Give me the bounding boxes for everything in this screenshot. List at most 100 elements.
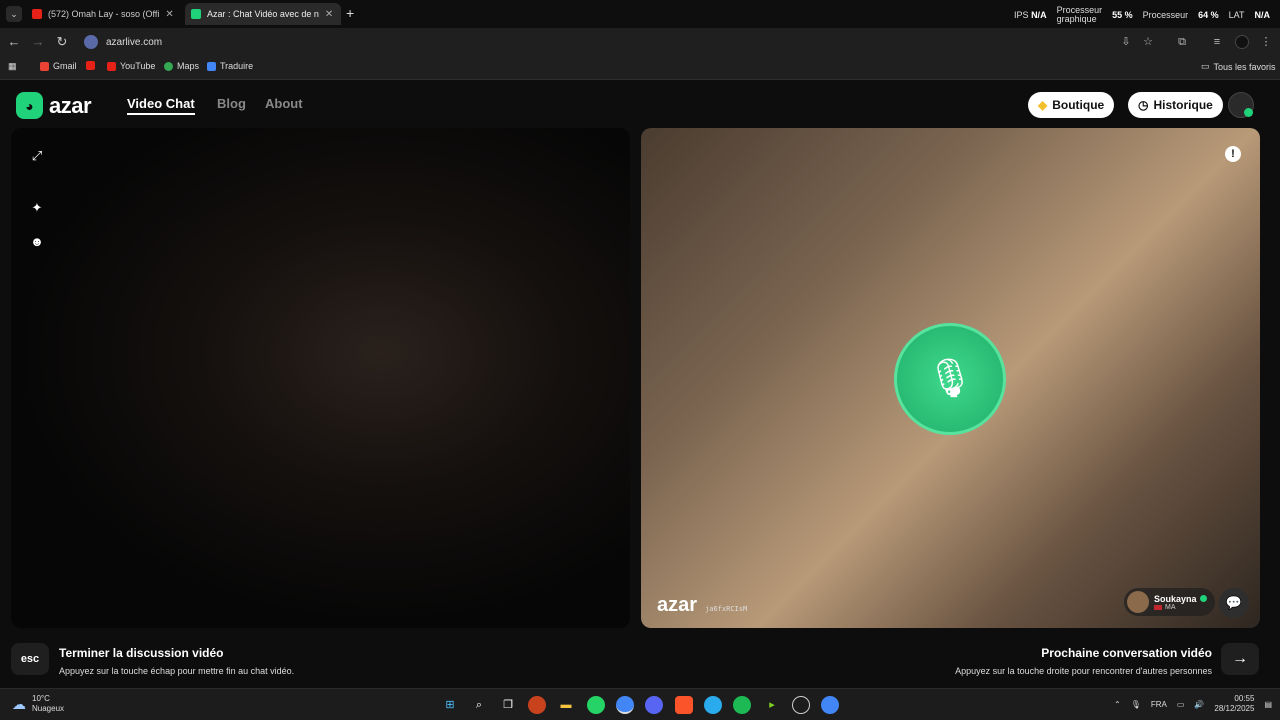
clock-time: 00:55 [1234, 694, 1255, 703]
azar-logo-text: azar [49, 92, 92, 118]
shop-label: Boutique [1052, 98, 1105, 112]
azar-logo-mark-icon: ◕ [16, 92, 43, 119]
discord-icon[interactable] [645, 696, 663, 714]
new-tab-button[interactable]: + [346, 5, 354, 21]
youtube-favicon-icon [32, 9, 42, 19]
tab-title: (572) Omah Lay - soso (Offi [48, 9, 160, 19]
bookmark-traduire[interactable]: Traduire [207, 61, 253, 71]
telegram-icon[interactable] [704, 696, 722, 714]
back-arrow-icon[interactable]: ← [6, 34, 22, 50]
app-icon-orange[interactable] [528, 696, 546, 714]
lat-label: LAT [1228, 10, 1245, 20]
azar-logo[interactable]: ◕ azar [16, 92, 92, 119]
app-icon-green[interactable]: ▸ [763, 696, 781, 714]
folder-icon: ▭ [1201, 61, 1210, 71]
nav-blog[interactable]: Blog [217, 96, 246, 111]
chat-bubble-icon[interactable]: 💬 [1219, 588, 1249, 618]
morocco-flag-icon [1154, 604, 1162, 610]
url-text: azarlive.com [106, 36, 163, 48]
app-icon-circle[interactable] [792, 696, 810, 714]
menu-kebab-icon[interactable]: ⋮ [1259, 35, 1273, 49]
microphone-button[interactable]: 🎙 [894, 323, 1006, 435]
brave-icon[interactable] [675, 696, 693, 714]
tab-youtube[interactable]: (572) Omah Lay - soso (Offi ✕ [26, 3, 182, 25]
swap-camera-icon[interactable]: ⤢ [29, 148, 45, 164]
bookmark-gmail[interactable]: Gmail [40, 61, 77, 71]
reload-icon[interactable]: ↻ [54, 34, 70, 50]
browser-tab-strip: ⌄ (572) Omah Lay - soso (Offi ✕ Azar : C… [0, 0, 1280, 28]
profile-avatar-icon[interactable] [1235, 35, 1249, 49]
bookmark-star-icon[interactable]: ☆ [1141, 35, 1155, 49]
history-label: Historique [1153, 98, 1213, 112]
cpu-value: 64 % [1198, 10, 1219, 20]
bookmark-label: Traduire [220, 61, 254, 71]
spotify-icon[interactable] [733, 696, 751, 714]
all-bookmarks[interactable]: ▭ Tous les favoris [1201, 61, 1276, 72]
address-bar[interactable]: azarlive.com [80, 31, 1275, 53]
microphone-tray-icon[interactable]: 🎙 [1131, 700, 1141, 709]
system-tray: ⌃ 🎙 FRA ▭ 🔊 00:55 28/12/2025 ▤ [1114, 694, 1272, 714]
media-control-icon[interactable]: ≡ [1210, 35, 1224, 49]
whatsapp-icon[interactable] [587, 696, 605, 714]
clock-date: 28/12/2025 [1214, 704, 1255, 713]
partner-info-chip[interactable]: Soukayna MA [1124, 588, 1215, 616]
azar-favicon-icon [191, 9, 201, 19]
extensions-icon[interactable]: ⧉ [1175, 35, 1189, 49]
weather-widget[interactable]: ☁ 10°C Nuageux [12, 694, 64, 714]
file-explorer-icon[interactable]: ▬ [557, 696, 575, 714]
network-icon[interactable]: ▭ [1177, 700, 1185, 709]
microphone-icon: 🎙 [925, 358, 975, 400]
bookmark-youtube-short[interactable] [86, 61, 99, 70]
youtube-icon [86, 61, 95, 70]
clock[interactable]: 00:55 28/12/2025 [1214, 694, 1254, 714]
close-tab-icon[interactable]: ✕ [325, 9, 333, 20]
shop-button[interactable]: ◆ Boutique [1028, 92, 1115, 118]
gpu-label-line2: graphique [1056, 14, 1097, 24]
partner-avatar [1127, 591, 1149, 613]
partner-video-panel: ! 🎙 azar ja6fxRCIsM Soukayna MA 💬 [641, 128, 1260, 628]
nav-about[interactable]: About [265, 96, 303, 111]
site-info-icon[interactable] [84, 35, 98, 49]
notification-icon[interactable]: ▤ [1264, 700, 1272, 709]
search-icon[interactable]: ⌕ [470, 696, 488, 714]
face-filter-icon[interactable]: ☻ [29, 234, 45, 250]
forward-arrow-icon[interactable]: → [30, 34, 46, 50]
bookmark-youtube[interactable]: YouTube [107, 61, 155, 71]
effects-sparkle-icon[interactable]: ✦ [29, 200, 45, 216]
history-button[interactable]: ◷ Historique [1128, 92, 1223, 118]
bookmark-label: YouTube [120, 61, 156, 71]
chrome-icon[interactable] [616, 696, 634, 714]
end-call-subtitle: Appuyez sur la touche échap pour mettre … [59, 666, 295, 676]
partner-country: MA [1165, 603, 1176, 611]
verified-badge-icon [1199, 595, 1207, 602]
next-arrow-button[interactable]: → [1221, 643, 1259, 675]
browser-toolbar: ← → ↻ azarlive.com ⇩ ☆ ⧉ ≡ ⋮ [0, 28, 1280, 56]
volume-icon[interactable]: 🔊 [1194, 700, 1204, 709]
next-chat-subtitle: Appuyez sur la touche droite pour rencon… [955, 666, 1212, 676]
azar-page: ◕ azar Video Chat Blog About ◆ Boutique … [0, 80, 1280, 688]
task-view-icon[interactable]: ❐ [499, 696, 517, 714]
ips-label: IPS [1014, 10, 1029, 20]
language-indicator[interactable]: FRA [1151, 700, 1167, 709]
windows-start-icon[interactable]: ⊞ [441, 696, 459, 714]
youtube-icon [107, 61, 116, 71]
tab-search-icon[interactable]: ⌄ [6, 6, 22, 22]
session-id: ja6fxRCIsM [705, 605, 748, 613]
close-tab-icon[interactable]: ✕ [165, 9, 173, 20]
bookmark-maps[interactable]: Maps [164, 61, 199, 71]
gmail-icon [40, 61, 49, 71]
esc-key-button[interactable]: esc [11, 643, 49, 675]
all-bookmarks-label: Tous les favoris [1213, 61, 1276, 72]
install-app-icon[interactable]: ⇩ [1119, 35, 1133, 49]
nav-video-chat[interactable]: Video Chat [127, 96, 195, 115]
lat-value: N/A [1254, 10, 1271, 20]
cloud-icon: ☁ [12, 695, 26, 712]
diamond-icon: ◆ [1038, 98, 1048, 112]
tab-azar[interactable]: Azar : Chat Vidéo avec de n ✕ [185, 3, 341, 25]
apps-grid-icon[interactable]: ▦ [8, 61, 17, 72]
weather-desc: Nuageux [32, 704, 65, 713]
avatar-status-badge [1244, 108, 1253, 117]
chrome-profile-icon[interactable] [821, 696, 839, 714]
tray-chevron-icon[interactable]: ⌃ [1114, 700, 1121, 709]
report-alert-icon[interactable]: ! [1225, 146, 1241, 162]
